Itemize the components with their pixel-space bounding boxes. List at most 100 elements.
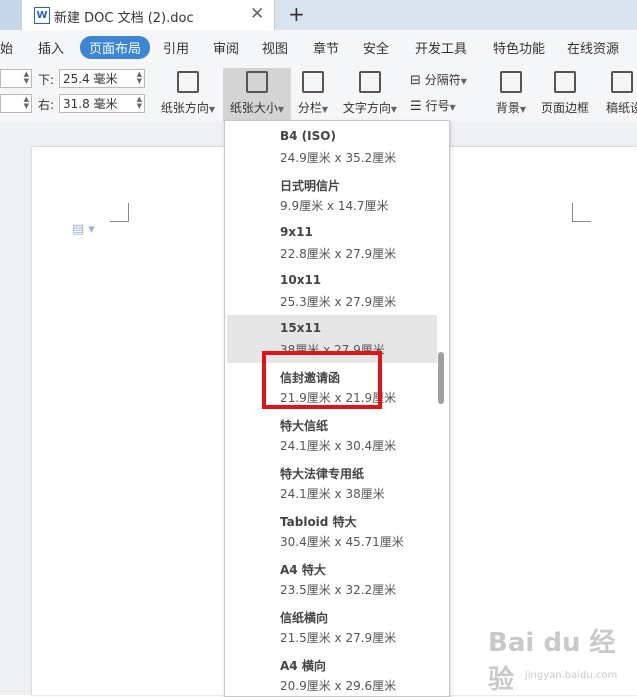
spin-icon[interactable]: ▲ ▼	[137, 96, 142, 110]
spin-icon[interactable]: ▲ ▼	[24, 71, 29, 85]
columns-label: 分栏	[297, 101, 322, 115]
separator-label: 分隔符	[424, 73, 461, 87]
menu-page-layout[interactable]: 页面布局	[80, 36, 151, 59]
caret-down-icon: ▼	[390, 105, 398, 114]
paper-size-name: Tabloid 特大	[280, 515, 357, 529]
paper-size-name: A4 特大	[280, 563, 326, 577]
line-number-label: 行号	[425, 99, 450, 113]
document-tab-title: 新建 DOC 文档 (2).doc	[54, 11, 194, 26]
background-label: 背景	[495, 101, 520, 115]
paper-size-option[interactable]: 信纸横向 21.5厘米 x 27.9厘米	[227, 603, 437, 651]
paper-size-dimensions: 20.9厘米 x 29.6厘米	[280, 679, 397, 693]
menu-review[interactable]: 审阅	[213, 38, 239, 57]
tab-strip-left	[0, 0, 22, 30]
title-bar: W 新建 DOC 文档 (2).doc ✕ +	[0, 0, 637, 30]
new-tab-icon[interactable]: +	[288, 2, 305, 26]
menu-features[interactable]: 特色功能	[493, 38, 545, 57]
paper-size-dimensions: 24.9厘米 x 35.2厘米	[280, 151, 397, 165]
paper-size-name: A4 横向	[280, 659, 326, 673]
orientation-label: 纸张方向	[160, 101, 209, 115]
menu-developer[interactable]: 开发工具	[415, 38, 467, 57]
wps-doc-icon: W	[34, 7, 50, 24]
menu-security[interactable]: 安全	[363, 38, 389, 57]
paper-size-option[interactable]: 日式明信片 9.9厘米 x 14.7厘米	[227, 171, 437, 219]
menu-references[interactable]: 引用	[163, 38, 189, 57]
manuscript-button[interactable]: 稿纸设	[606, 71, 637, 116]
close-tab-icon[interactable]: ✕	[250, 4, 264, 24]
orientation-button[interactable]: 纸张方向▼	[156, 71, 220, 116]
highlight-annotation-box	[262, 351, 382, 409]
page-margin-corner-left	[110, 203, 129, 222]
margin-right-label: 右:	[38, 98, 55, 112]
paper-size-name: 信纸横向	[280, 611, 329, 625]
caret-down-icon: ▼	[519, 105, 527, 114]
separator-icon: ⊟	[410, 73, 421, 88]
paper-size-button[interactable]: 纸张大小▼	[223, 68, 291, 123]
text-direction-label: 文字方向	[342, 101, 391, 115]
caret-down-icon: ▼	[208, 105, 216, 114]
paper-size-name: 特大法律专用纸	[280, 467, 365, 481]
margin-left-partial-input[interactable]: ▲ ▼	[0, 94, 32, 113]
paper-size-option[interactable]: A4 特大 23.5厘米 x 32.2厘米	[227, 555, 437, 603]
paper-size-dimensions: 24.1厘米 x 30.4厘米	[280, 439, 397, 453]
menu-bar: 始 插入 页面布局 引用 审阅 视图 章节 安全 开发工具 特色功能 在线资源	[0, 30, 637, 62]
paper-size-option[interactable]: B4 (ISO) 24.9厘米 x 35.2厘米	[227, 123, 437, 171]
menu-view[interactable]: 视图	[262, 38, 288, 57]
separator-button[interactable]: ⊟ 分隔符▼	[410, 71, 476, 88]
paper-size-name: 10x11	[280, 273, 322, 287]
baidu-watermark-url: jingyan.baidu.com	[525, 670, 618, 681]
margin-bottom-input[interactable]: 25.4 毫米 ▲ ▼	[59, 69, 145, 88]
paper-size-dimensions: 22.8厘米 x 27.9厘米	[280, 247, 397, 261]
text-direction-button[interactable]: 文字方向▼	[340, 71, 400, 116]
paragraph-layout-icon[interactable]: ▤ ▾	[72, 222, 95, 237]
background-button[interactable]: 背景▼	[492, 71, 530, 116]
paper-size-dimensions: 24.1厘米 x 38厘米	[280, 487, 385, 501]
paper-size-option[interactable]: 10x11 25.3厘米 x 27.9厘米	[227, 267, 437, 315]
manuscript-icon	[610, 71, 633, 93]
paper-size-option[interactable]: A4 横向 20.9厘米 x 29.6厘米	[227, 651, 437, 696]
menu-insert[interactable]: 插入	[38, 38, 64, 57]
manuscript-label: 稿纸设	[606, 101, 637, 115]
menu-online-resources[interactable]: 在线资源	[567, 38, 619, 57]
paper-size-label: 纸张大小	[229, 101, 278, 115]
paper-size-dimensions: 25.3厘米 x 27.9厘米	[280, 295, 397, 309]
text-direction-icon	[359, 71, 381, 93]
page-border-button[interactable]: 页面边框	[538, 71, 592, 116]
spin-icon[interactable]: ▲ ▼	[137, 71, 142, 85]
margin-bottom-label: 下:	[38, 73, 55, 87]
paper-size-name: 特大信纸	[280, 419, 329, 433]
background-icon	[500, 71, 522, 93]
caret-down-icon: ▼	[449, 103, 456, 112]
columns-button[interactable]: 分栏▼	[296, 71, 330, 116]
paper-size-name: 15x11	[280, 321, 322, 335]
margin-right-input[interactable]: 31.8 毫米 ▲ ▼	[59, 94, 145, 113]
paper-size-option[interactable]: Tabloid 特大 30.4厘米 x 45.71厘米	[227, 507, 437, 555]
paper-size-option[interactable]: 特大法律专用纸 24.1厘米 x 38厘米	[227, 459, 437, 507]
spin-icon[interactable]: ▲ ▼	[24, 96, 29, 110]
page-margin-corner-right	[572, 203, 591, 222]
orientation-icon	[177, 71, 199, 93]
margin-top-partial-input[interactable]: ▲ ▼	[0, 69, 32, 88]
page-border-label: 页面边框	[540, 101, 589, 115]
paper-size-name: 9x11	[280, 225, 313, 239]
paper-size-dimensions: 23.5厘米 x 32.2厘米	[280, 583, 397, 597]
paper-size-dimensions: 9.9厘米 x 14.7厘米	[280, 199, 389, 213]
paper-size-dimensions: 30.4厘米 x 45.71厘米	[280, 535, 404, 549]
dropdown-scrollbar-thumb[interactable]	[438, 352, 444, 404]
line-number-icon: ☰	[410, 99, 422, 114]
paper-size-name: B4 (ISO)	[280, 129, 336, 143]
caret-down-icon: ▼	[321, 105, 329, 114]
menu-start[interactable]: 始	[0, 38, 13, 57]
paper-size-option[interactable]: 特大信纸 24.1厘米 x 30.4厘米	[227, 411, 437, 459]
caret-down-icon: ▼	[277, 105, 285, 114]
margin-right-value: 31.8 毫米	[63, 97, 118, 111]
paper-size-dimensions: 21.5厘米 x 27.9厘米	[280, 631, 397, 645]
menu-section[interactable]: 章节	[313, 38, 339, 57]
document-tab[interactable]: W 新建 DOC 文档 (2).doc ✕	[22, 0, 275, 30]
baidu-watermark-logo: Bai du 经验	[488, 628, 616, 695]
paper-size-icon	[246, 71, 268, 93]
page-border-icon	[554, 71, 576, 93]
ribbon-toolbar: ▲ ▼ 下: 25.4 毫米 ▲ ▼ ▲ ▼ 右: 31.8 毫米 ▲ ▼ 纸张方向▼ …	[0, 62, 637, 123]
line-number-button[interactable]: ☰ 行号▼	[410, 97, 470, 114]
paper-size-option[interactable]: 9x11 22.8厘米 x 27.9厘米	[227, 219, 437, 267]
